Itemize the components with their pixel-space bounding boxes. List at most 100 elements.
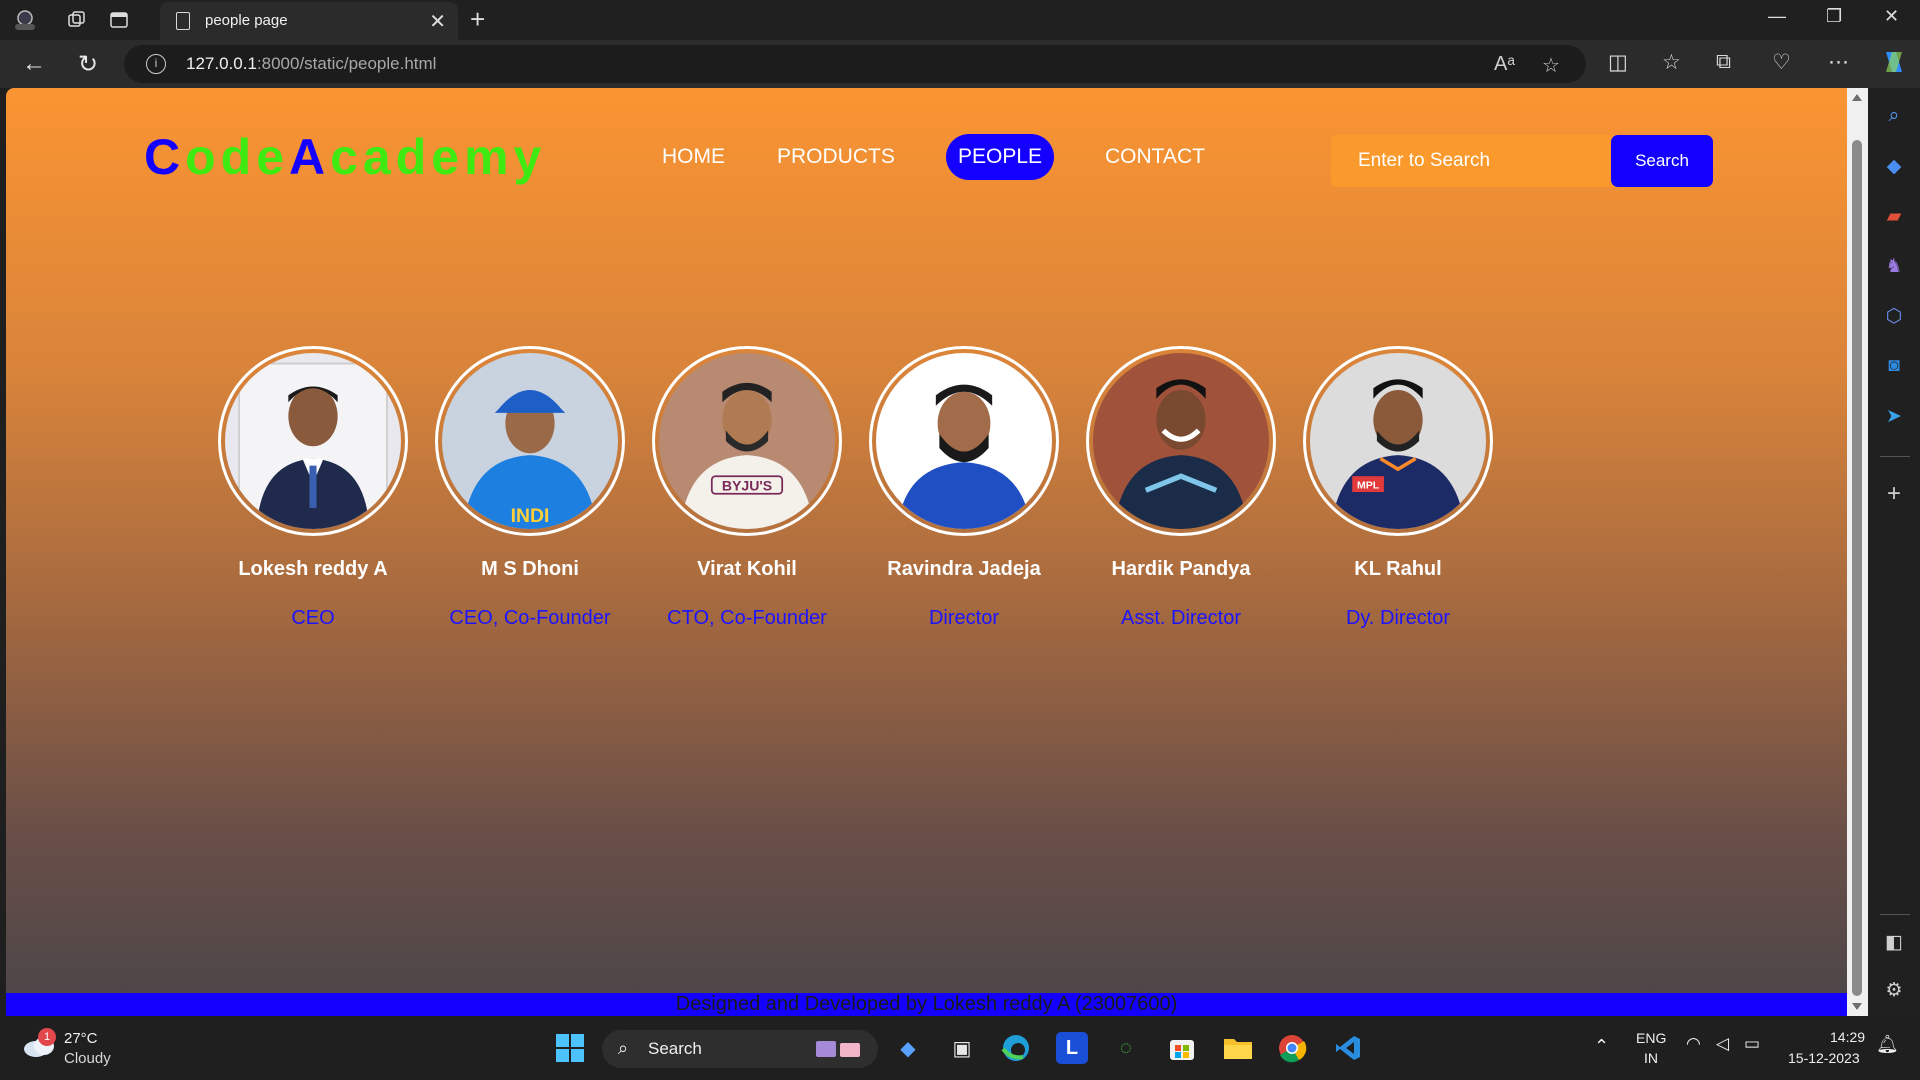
- microsoft-365-icon[interactable]: ⬡: [1880, 302, 1908, 330]
- svg-text:INDI: INDI: [511, 505, 550, 527]
- clock-time[interactable]: 14:29: [1830, 1029, 1865, 1045]
- games-icon[interactable]: ♞: [1880, 252, 1908, 280]
- minimize-icon[interactable]: —: [1768, 6, 1786, 27]
- person-card: Hardik Pandya Asst. Director: [1081, 346, 1281, 630]
- person-role: Dy. Director: [1345, 607, 1451, 629]
- nav-contact[interactable]: CONTACT: [1093, 134, 1217, 180]
- split-screen-icon[interactable]: ◫: [1608, 50, 1628, 75]
- person-name: Virat Kohil: [697, 558, 797, 580]
- clock-date[interactable]: 15-12-2023: [1788, 1050, 1860, 1066]
- refresh-icon[interactable]: ↻: [78, 50, 98, 79]
- performance-icon[interactable]: ♡: [1772, 50, 1791, 75]
- person-role: CTO, Co-Founder: [667, 607, 827, 629]
- nav-home[interactable]: HOME: [650, 134, 737, 180]
- page-icon: [176, 12, 190, 30]
- show-hidden-icons-icon[interactable]: ⌃: [1594, 1036, 1609, 1057]
- collections-icon[interactable]: ⧉: [1716, 50, 1731, 74]
- person-card: MPL KL Rahul Dy. Director: [1298, 346, 1498, 630]
- svg-text:MPL: MPL: [1357, 480, 1380, 492]
- windows-start-icon[interactable]: [554, 1032, 586, 1064]
- tab-people-page[interactable]: people page ✕: [160, 2, 458, 40]
- sidebar-divider: [1880, 456, 1910, 457]
- outlook-icon[interactable]: ◙: [1880, 352, 1908, 380]
- weather-description[interactable]: Cloudy: [64, 1050, 111, 1067]
- search-highlight-icon: [814, 1038, 864, 1060]
- scroll-thumb[interactable]: [1852, 140, 1862, 996]
- copilot-app-icon[interactable]: ◆: [892, 1032, 924, 1064]
- weather-temperature[interactable]: 27°C: [64, 1030, 98, 1047]
- favorites-icon[interactable]: ☆: [1662, 50, 1681, 75]
- more-menu-icon[interactable]: ⋯: [1828, 50, 1849, 75]
- tab-title: people page: [205, 12, 288, 29]
- address-bar[interactable]: i 127.0.0.1:8000/static/people.html Aᵃ ☆: [124, 45, 1586, 83]
- svg-text:BYJU'S: BYJU'S: [722, 477, 772, 493]
- language-secondary[interactable]: IN: [1644, 1050, 1658, 1066]
- person-photo: INDI: [435, 346, 625, 536]
- person-photo: [1086, 346, 1276, 536]
- l-app-icon[interactable]: L: [1056, 1032, 1088, 1064]
- workspaces-icon[interactable]: [64, 8, 90, 32]
- microsoft-store-icon[interactable]: [1166, 1032, 1198, 1064]
- add-icon[interactable]: +: [1880, 480, 1908, 508]
- copilot-icon[interactable]: [1880, 48, 1908, 82]
- drop-send-icon[interactable]: ➤: [1880, 402, 1908, 430]
- language-primary[interactable]: ENG: [1636, 1030, 1666, 1046]
- person-role: CEO: [291, 607, 335, 629]
- nav-products[interactable]: PRODUCTS: [765, 134, 907, 180]
- new-tab-icon[interactable]: +: [470, 4, 485, 35]
- person-photo: [218, 346, 408, 536]
- scroll-up-icon[interactable]: [1852, 94, 1862, 101]
- search-icon: ⌕: [618, 1038, 629, 1058]
- settings-gear-icon[interactable]: ⚙: [1880, 976, 1908, 1004]
- page-footer: Designed and Developed by Lokesh reddy A…: [6, 993, 1847, 1016]
- restore-icon[interactable]: ❐: [1826, 6, 1842, 27]
- person-card: Ravindra Jadeja Director: [864, 346, 1064, 630]
- nav-people[interactable]: PEOPLE: [946, 134, 1055, 180]
- person-name: M S Dhoni: [481, 558, 579, 580]
- person-photo: BYJU'S: [652, 346, 842, 536]
- sidebar-divider: [1880, 914, 1910, 915]
- person-role: Asst. Director: [1120, 607, 1242, 629]
- taskbar-search[interactable]: ⌕ Search: [602, 1030, 878, 1068]
- scroll-down-icon[interactable]: [1852, 1003, 1862, 1010]
- battery-icon[interactable]: ▭: [1744, 1034, 1760, 1054]
- address-toolbar: ← ↻ i 127.0.0.1:8000/static/people.html …: [0, 40, 1920, 88]
- close-tab-icon[interactable]: ✕: [429, 9, 446, 34]
- back-arrow-icon[interactable]: ←: [22, 50, 46, 78]
- person-name: KL Rahul: [1354, 558, 1442, 580]
- url-text[interactable]: 127.0.0.1:8000/static/people.html: [186, 54, 436, 74]
- window-close-icon[interactable]: ✕: [1884, 6, 1899, 27]
- site-info-icon[interactable]: i: [146, 54, 166, 74]
- file-explorer-icon[interactable]: [1222, 1032, 1254, 1064]
- search-icon[interactable]: ⌕: [1880, 102, 1908, 130]
- task-view-icon[interactable]: ▣: [946, 1032, 978, 1064]
- page-scrollbar[interactable]: [1847, 88, 1868, 1016]
- wifi-icon[interactable]: ◠: [1686, 1034, 1701, 1054]
- favorite-star-icon[interactable]: ☆: [1542, 53, 1560, 78]
- person-name: Hardik Pandya: [1111, 558, 1251, 580]
- refresh-app-icon[interactable]: ◌: [1110, 1032, 1142, 1064]
- chrome-icon[interactable]: [1276, 1032, 1308, 1064]
- shopping-tag-icon[interactable]: ◆: [1880, 152, 1908, 180]
- notification-bell-icon[interactable]: 🔔︎: [1876, 1034, 1899, 1055]
- person-name: Ravindra Jadeja: [887, 558, 1041, 580]
- person-photo: [869, 346, 1059, 536]
- volume-icon[interactable]: ◁: [1716, 1034, 1729, 1054]
- weather-badge: 1: [38, 1028, 56, 1046]
- person-card: Lokesh reddy A CEO: [213, 346, 413, 630]
- person-name: Lokesh reddy A: [238, 558, 388, 580]
- edge-browser-icon[interactable]: [1000, 1032, 1032, 1064]
- person-role: Director: [928, 607, 999, 629]
- browser-tab-bar: people page ✕ + — ❐ ✕: [0, 0, 1920, 40]
- search-button[interactable]: Search: [1611, 135, 1713, 187]
- person-photo: MPL: [1303, 346, 1493, 536]
- profile-avatar-icon[interactable]: [12, 8, 38, 32]
- hide-sidebar-icon[interactable]: ◧: [1880, 928, 1908, 956]
- search-input[interactable]: Enter to Search: [1331, 135, 1621, 187]
- read-aloud-icon[interactable]: Aᵃ: [1494, 53, 1515, 76]
- site-logo[interactable]: CodeAcademy: [144, 128, 546, 186]
- person-card: BYJU'S Virat Kohil CTO, Co-Founder: [647, 346, 847, 630]
- vscode-icon[interactable]: [1332, 1032, 1364, 1064]
- vertical-tabs-icon[interactable]: [106, 8, 132, 32]
- tools-briefcase-icon[interactable]: ▰: [1880, 202, 1908, 230]
